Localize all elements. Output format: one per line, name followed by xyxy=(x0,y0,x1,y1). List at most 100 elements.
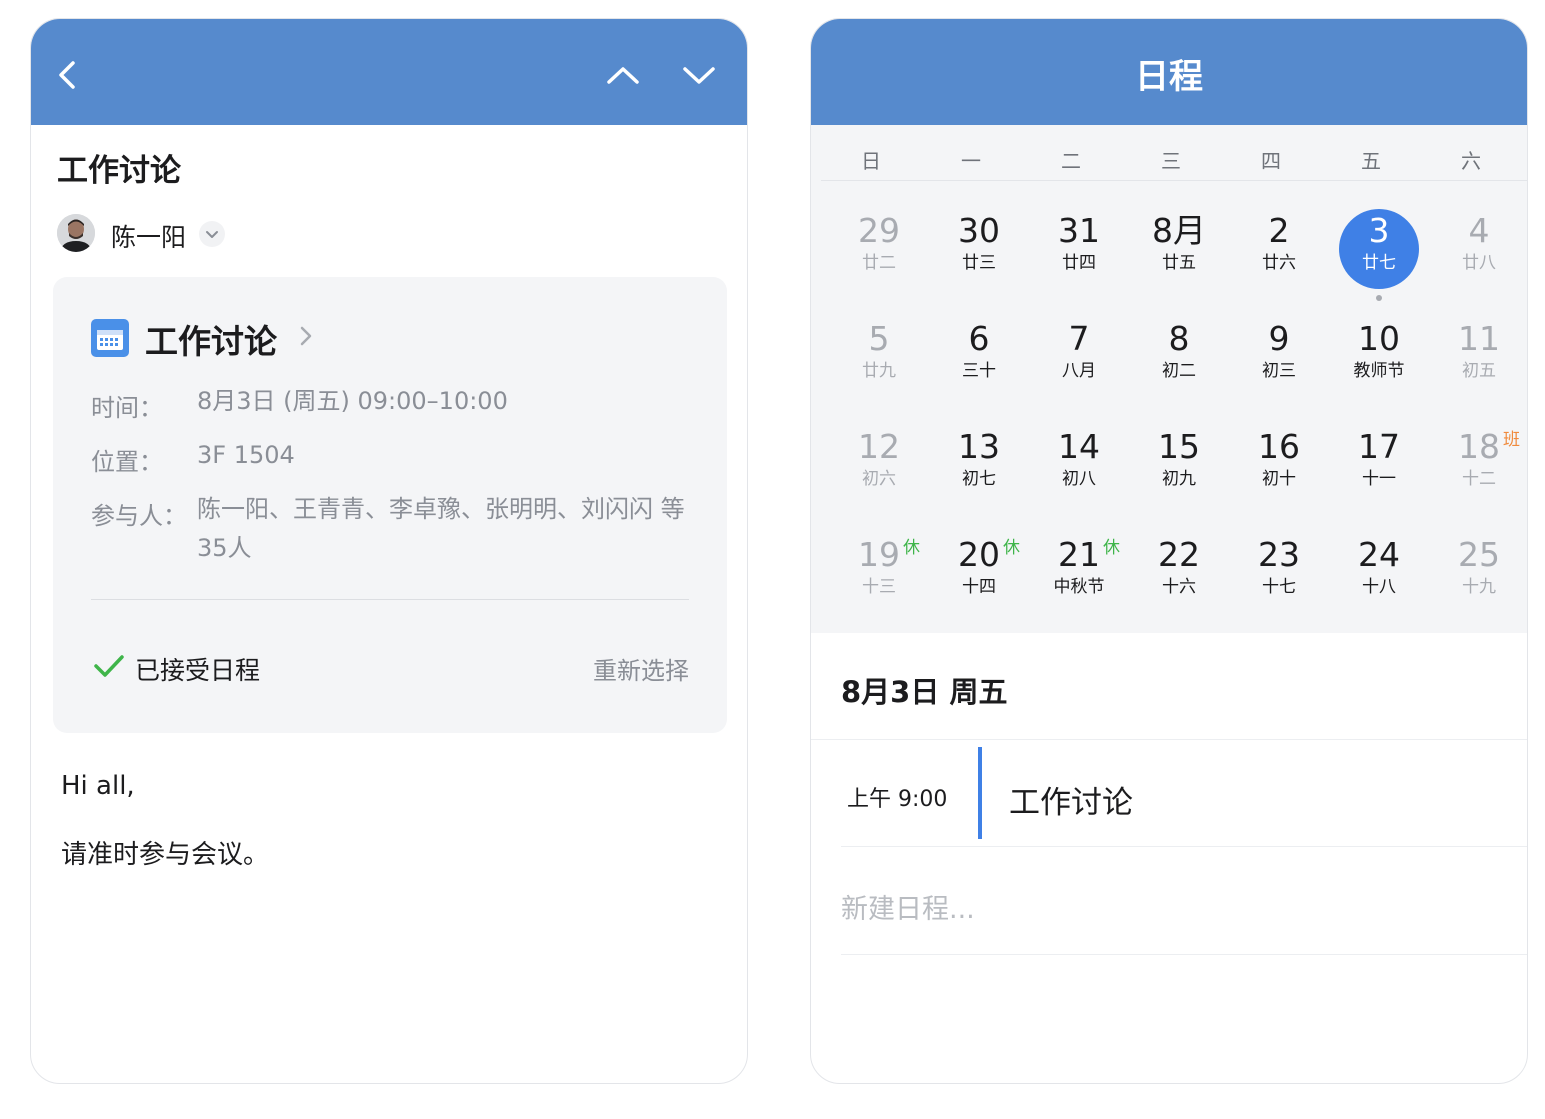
meeting-invite-card[interactable]: 工作讨论 时间： 8月3日 (周五) 09:00–10:00 位置： 3F 15… xyxy=(53,277,727,733)
calendar-day[interactable]: 15 初九 xyxy=(1129,409,1229,517)
holiday-badge: 休 xyxy=(1103,538,1120,558)
day-number: 30 xyxy=(958,211,1000,250)
lunar-date: 教师节 xyxy=(1353,361,1405,381)
calendar-day[interactable]: 20 十四休 xyxy=(929,517,1029,625)
calendar-header-bar: 日程 xyxy=(811,19,1527,125)
calendar-day[interactable]: 8 初二 xyxy=(1129,301,1229,409)
holiday-badge: 休 xyxy=(1003,538,1020,558)
lunar-date: 初二 xyxy=(1162,361,1196,381)
lunar-date: 中秋节 xyxy=(1053,577,1105,597)
weekday-label: 五 xyxy=(1361,149,1381,173)
calendar-day[interactable]: 29 廿二 xyxy=(829,193,929,301)
chevron-up-icon[interactable] xyxy=(603,55,643,95)
time-label: 时间： xyxy=(91,394,163,422)
calendar-day[interactable]: 8月 廿五 xyxy=(1129,193,1229,301)
chevron-right-icon[interactable] xyxy=(295,323,317,349)
calendar-day[interactable]: 31 廿四 xyxy=(1029,193,1129,301)
day-number: 31 xyxy=(1058,211,1100,250)
back-icon[interactable] xyxy=(49,55,89,95)
workday-badge: 班 xyxy=(1503,430,1520,450)
calendar-day[interactable]: 14 初八 xyxy=(1029,409,1129,517)
lunar-date: 廿四 xyxy=(1062,253,1096,273)
calendar-day[interactable]: 22 十六 xyxy=(1129,517,1229,625)
calendar-week-row: 29 廿二 30 廿三 31 廿四 8月 廿五 2 廿六 3 廿七 4 廿八 xyxy=(829,193,1527,301)
lunar-date: 十六 xyxy=(1162,577,1196,597)
calendar-day[interactable]: 24 十八 xyxy=(1329,517,1429,625)
calendar-day[interactable]: 9 初三 xyxy=(1229,301,1329,409)
event-item[interactable]: 工作讨论 xyxy=(1009,777,1133,822)
new-event-button[interactable]: 新建日程... xyxy=(841,887,975,926)
lunar-date: 初七 xyxy=(962,469,996,489)
sender-name[interactable]: 陈一阳 xyxy=(111,218,186,254)
calendar-day[interactable]: 16 初十 xyxy=(1229,409,1329,517)
day-number: 17 xyxy=(1358,427,1400,466)
day-number: 12 xyxy=(858,427,900,466)
email-body-line: 请准时参与会议。 xyxy=(61,840,270,870)
lunar-date: 廿二 xyxy=(862,253,896,273)
chevron-down-icon[interactable] xyxy=(679,55,719,95)
calendar-day[interactable]: 17 十一 xyxy=(1329,409,1429,517)
lunar-date: 十四 xyxy=(962,577,996,597)
day-number: 15 xyxy=(1158,427,1200,466)
day-number: 4 xyxy=(1468,211,1490,250)
calendar-day[interactable]: 4 廿八 xyxy=(1429,193,1527,301)
day-number: 24 xyxy=(1358,535,1400,574)
calendar-day[interactable]: 18 十二班 xyxy=(1429,409,1527,517)
selected-date-heading: 8月3日 周五 xyxy=(841,675,1008,709)
calendar-day[interactable]: 10 教师节 xyxy=(1329,301,1429,409)
calendar-day[interactable]: 13 初七 xyxy=(929,409,1029,517)
location-label: 位置： xyxy=(91,448,163,476)
calendar-day[interactable]: 23 十七 xyxy=(1229,517,1329,625)
calendar-day[interactable]: 2 廿六 xyxy=(1229,193,1329,301)
lunar-date: 十七 xyxy=(1262,577,1296,597)
lunar-date: 八月 xyxy=(1062,361,1096,381)
weekday-label: 四 xyxy=(1261,149,1281,173)
lunar-date: 十九 xyxy=(1462,577,1496,597)
avatar[interactable] xyxy=(57,214,95,252)
day-number: 3 xyxy=(1368,211,1390,250)
day-number: 6 xyxy=(968,319,990,358)
page-title: 日程 xyxy=(1135,57,1203,97)
calendar-panel: 日程 日 一 二 三 四 五 六 29 廿二 30 廿三 31 廿四 8月 廿五 2 廿六 3 廿七 4 廿八 5 廿九 6… xyxy=(810,18,1528,1084)
calendar-day[interactable]: 6 三十 xyxy=(929,301,1029,409)
day-number: 7 xyxy=(1068,319,1090,358)
day-number: 14 xyxy=(1058,427,1100,466)
lunar-date: 三十 xyxy=(962,361,996,381)
lunar-date: 十一 xyxy=(1362,469,1396,489)
calendar-grid: 29 廿二 30 廿三 31 廿四 8月 廿五 2 廿六 3 廿七 4 廿八 5 廿九 6 三十 7 八月 8 初二 9 初三… xyxy=(829,193,1527,625)
calendar-day[interactable]: 11 初五 xyxy=(1429,301,1527,409)
reselect-button[interactable]: 重新选择 xyxy=(593,651,689,686)
lunar-date: 初八 xyxy=(1062,469,1096,489)
agenda-row-divider xyxy=(841,954,1527,955)
day-number: 29 xyxy=(858,211,900,250)
calendar-week-row: 19 十三休 20 十四休 21 中秋节休 22 十六 23 十七 24 十八 25 十九 xyxy=(829,517,1527,625)
day-number: 8 xyxy=(1168,319,1190,358)
weekday-label: 一 xyxy=(961,149,981,173)
calendar-day[interactable]: 7 八月 xyxy=(1029,301,1129,409)
day-number: 11 xyxy=(1458,319,1500,358)
calendar-day[interactable]: 30 廿三 xyxy=(929,193,1029,301)
time-value: 8月3日 (周五) 09:00–10:00 xyxy=(197,387,508,415)
calendar-day-selected[interactable]: 3 廿七 xyxy=(1329,193,1429,301)
day-number: 23 xyxy=(1258,535,1300,574)
day-number: 16 xyxy=(1258,427,1300,466)
lunar-date: 十八 xyxy=(1362,577,1396,597)
invite-title[interactable]: 工作讨论 xyxy=(145,315,277,363)
calendar-day[interactable]: 25 十九 xyxy=(1429,517,1527,625)
lunar-date: 廿七 xyxy=(1362,253,1396,273)
calendar-day[interactable]: 5 廿九 xyxy=(829,301,929,409)
calendar-day[interactable]: 19 十三休 xyxy=(829,517,929,625)
lunar-date: 廿八 xyxy=(1462,253,1496,273)
lunar-date: 十三 xyxy=(862,577,896,597)
lunar-date: 初十 xyxy=(1262,469,1296,489)
sender-expand-icon[interactable] xyxy=(199,221,225,247)
calendar-day[interactable]: 12 初六 xyxy=(829,409,929,517)
email-subject: 工作讨论 xyxy=(57,153,181,189)
weekday-label: 二 xyxy=(1061,149,1081,173)
event-color-bar xyxy=(978,747,982,839)
day-number: 10 xyxy=(1358,319,1400,358)
day-number: 25 xyxy=(1458,535,1500,574)
calendar-week-row: 5 廿九 6 三十 7 八月 8 初二 9 初三 10 教师节 11 初五 xyxy=(829,301,1527,409)
email-header-bar xyxy=(31,19,747,125)
calendar-day[interactable]: 21 中秋节休 xyxy=(1029,517,1129,625)
